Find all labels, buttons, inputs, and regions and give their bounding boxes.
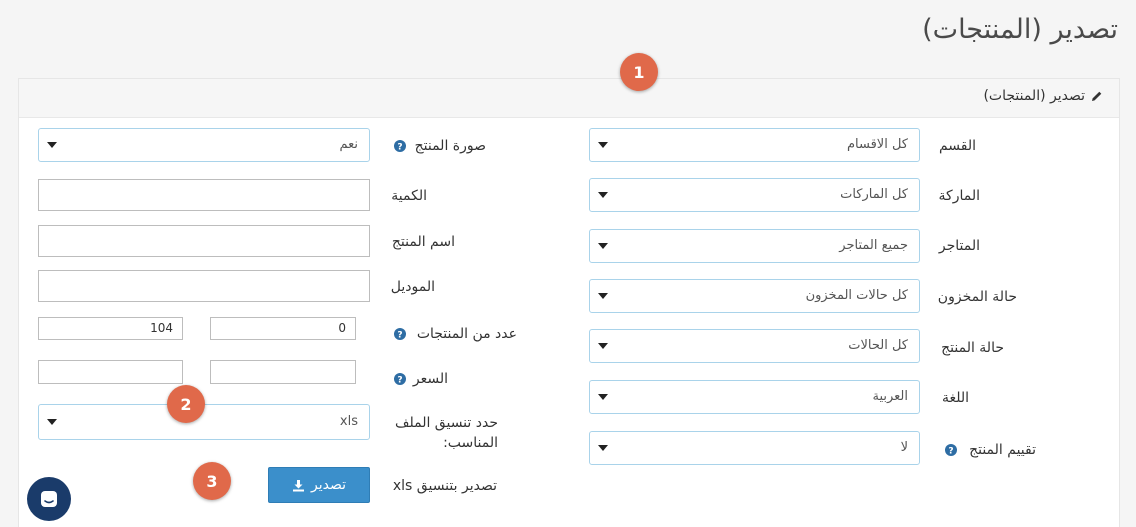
rating-select[interactable]: لا (589, 431, 920, 465)
product-image-select[interactable]: نعم (38, 128, 370, 162)
svg-text:?: ? (397, 142, 402, 152)
language-select[interactable]: العربية (589, 380, 920, 414)
file-format-label-line1: حدد تنسيق الملف (394, 415, 498, 431)
step-badge-1: 1 (620, 53, 658, 91)
download-icon (293, 479, 304, 491)
export-button[interactable]: تصدير (268, 467, 370, 503)
caret-down-icon (47, 142, 57, 148)
price-to-input[interactable] (38, 360, 183, 384)
pencil-icon (1092, 91, 1102, 101)
export-button-label: تصدير (311, 477, 347, 493)
brand-select-value: كل الماركات (840, 187, 908, 202)
stock-status-select-value: كل حالات المخزون (805, 288, 908, 303)
category-label: القسم (938, 138, 976, 154)
caret-down-icon (598, 243, 608, 249)
price-label: السعر (412, 371, 448, 387)
product-status-label: حالة المنتج (941, 340, 1004, 356)
file-format-label-line2: المناسب: (443, 435, 498, 451)
chat-icon (41, 491, 57, 507)
model-input[interactable] (38, 270, 370, 302)
product-image-label: صورة المنتج (414, 138, 486, 154)
stores-select-value: جميع المتاجر (839, 238, 908, 253)
model-label: الموديل (390, 279, 435, 295)
stores-select[interactable]: جميع المتاجر (589, 229, 920, 263)
stock-status-select[interactable]: كل حالات المخزون (589, 279, 920, 313)
count-from-value: 0 (338, 321, 346, 335)
brand-label: الماركة (938, 188, 980, 204)
panel-title-text: تصدير (المنتجات) (983, 88, 1085, 104)
question-circle-icon[interactable]: ? (394, 373, 406, 385)
export-xls-label: تصدير بتنسيق xls (392, 478, 497, 494)
file-format-label: حدد تنسيق الملف المناسب: (395, 413, 498, 453)
caret-down-icon (598, 293, 608, 299)
step-badge-3: 3 (193, 462, 231, 500)
caret-down-icon (598, 192, 608, 198)
svg-text:?: ? (948, 446, 953, 456)
brand-select[interactable]: كل الماركات (589, 178, 920, 212)
product-status-select[interactable]: كل الحالات (589, 329, 920, 363)
caret-down-icon (598, 445, 608, 451)
rating-label: تقييم المنتج (969, 442, 1036, 458)
quantity-input[interactable] (38, 179, 370, 211)
product-count-label: عدد من المنتجات (416, 326, 517, 342)
panel-title: تصدير (المنتجات) (983, 88, 1103, 104)
caret-down-icon (47, 419, 57, 425)
price-from-input[interactable] (210, 360, 356, 384)
question-circle-icon[interactable]: ? (945, 444, 957, 456)
page-title: تصدير (المنتجات) (922, 14, 1118, 45)
caret-down-icon (598, 142, 608, 148)
question-circle-icon[interactable]: ? (394, 140, 406, 152)
stores-label: المتاجر (938, 238, 980, 254)
step-badge-2: 2 (167, 385, 205, 423)
caret-down-icon (598, 343, 608, 349)
stock-status-label: حالة المخزون (937, 289, 1017, 305)
chat-widget-button[interactable] (27, 477, 71, 521)
category-select-value: كل الاقسام (846, 137, 908, 152)
quantity-label: الكمية (391, 188, 427, 204)
svg-text:?: ? (397, 375, 402, 385)
file-format-select-value: xls (339, 414, 358, 429)
language-select-value: العربية (872, 389, 908, 404)
count-from-input[interactable]: 0 (210, 317, 356, 340)
svg-text:?: ? (397, 330, 402, 340)
count-to-input[interactable]: 104 (38, 317, 183, 340)
product-name-label: اسم المنتج (391, 234, 455, 250)
product-image-select-value: نعم (339, 137, 358, 152)
rating-select-value: لا (900, 440, 908, 455)
product-status-select-value: كل الحالات (848, 338, 908, 353)
product-name-input[interactable] (38, 225, 370, 257)
panel-header: تصدير (المنتجات) (19, 79, 1119, 118)
question-circle-icon[interactable]: ? (394, 328, 406, 340)
category-select[interactable]: كل الاقسام (589, 128, 920, 162)
caret-down-icon (598, 394, 608, 400)
count-to-value: 104 (150, 321, 173, 335)
language-label: اللغة (941, 390, 969, 406)
